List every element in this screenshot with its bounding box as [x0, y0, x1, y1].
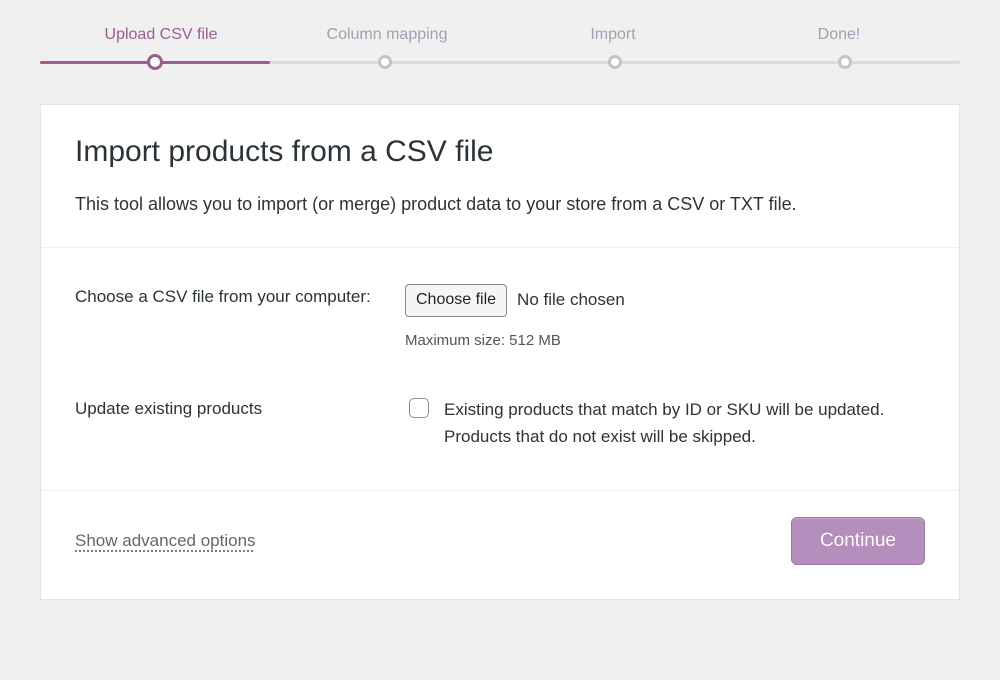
page-description: This tool allows you to import (or merge…	[75, 191, 925, 219]
step-done[interactable]: Done!	[726, 24, 952, 56]
max-size-hint: Maximum size: 512 MB	[405, 329, 925, 352]
row-choose-file: Choose a CSV file from your computer: Ch…	[75, 262, 925, 374]
choose-file-button[interactable]: Choose file	[405, 284, 507, 317]
file-input-line: Choose file No file chosen	[405, 284, 925, 317]
update-existing-field: Existing products that match by ID or SK…	[405, 396, 925, 450]
stepper-dot-3	[608, 55, 622, 69]
card-body: Choose a CSV file from your computer: Ch…	[41, 248, 959, 490]
card-header: Import products from a CSV file This too…	[41, 105, 959, 248]
show-advanced-link[interactable]: Show advanced options	[75, 531, 256, 551]
stepper-dot-2	[378, 55, 392, 69]
import-card: Import products from a CSV file This too…	[40, 104, 960, 600]
step-column-mapping[interactable]: Column mapping	[274, 24, 500, 56]
progress-stepper: Upload CSV file Column mapping Import Do…	[40, 24, 960, 70]
card-footer: Show advanced options Continue	[41, 490, 959, 599]
stepper-dot-4	[838, 55, 852, 69]
step-upload-csv[interactable]: Upload CSV file	[48, 24, 274, 56]
file-chosen-status: No file chosen	[517, 287, 625, 313]
choose-file-field: Choose file No file chosen Maximum size:…	[405, 284, 925, 352]
continue-button[interactable]: Continue	[791, 517, 925, 565]
stepper-dot-1	[147, 54, 163, 70]
importer-page: Upload CSV file Column mapping Import Do…	[0, 0, 1000, 640]
step-import[interactable]: Import	[500, 24, 726, 56]
update-existing-label: Update existing products	[75, 396, 405, 422]
row-update-existing: Update existing products Existing produc…	[75, 374, 925, 472]
stepper-labels: Upload CSV file Column mapping Import Do…	[40, 24, 960, 56]
update-existing-checkbox[interactable]	[409, 398, 429, 418]
choose-file-label: Choose a CSV file from your computer:	[75, 284, 405, 310]
stepper-track	[40, 56, 960, 70]
update-existing-description: Existing products that match by ID or SK…	[444, 396, 925, 450]
update-existing-control: Existing products that match by ID or SK…	[405, 396, 925, 450]
page-title: Import products from a CSV file	[75, 135, 925, 169]
